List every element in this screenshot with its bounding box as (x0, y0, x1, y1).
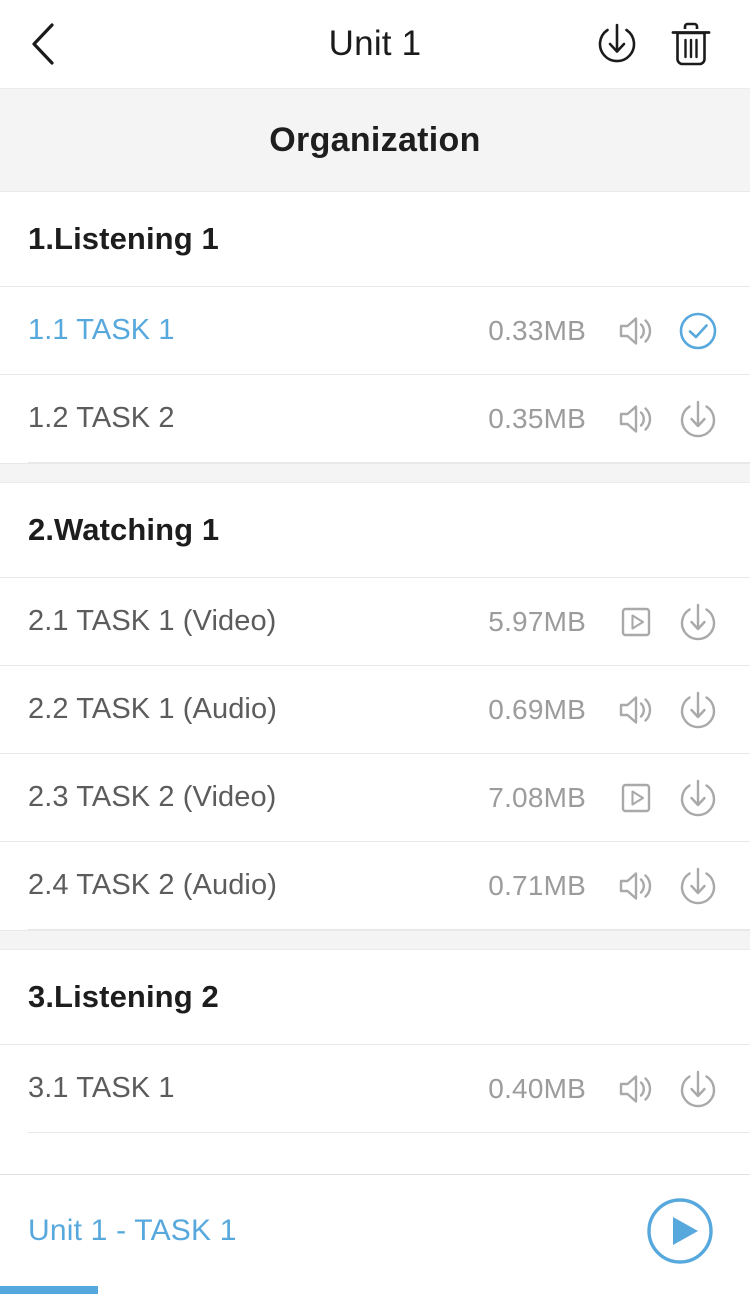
task-title: 3.1 TASK 1 (28, 1072, 175, 1104)
section-title: 1.Listening 1 (28, 221, 219, 256)
video-play-icon[interactable] (608, 776, 664, 820)
organization-title: Organization (269, 120, 481, 159)
speaker-icon[interactable] (608, 397, 664, 441)
download-circle-icon (593, 20, 641, 68)
navbar-actions (580, 0, 750, 88)
check-circle-icon[interactable] (670, 308, 726, 354)
section-spacer (0, 930, 750, 950)
playback-progress-track[interactable] (0, 1286, 750, 1294)
task-row[interactable]: 3.1 TASK 1 0.40MB (0, 1044, 750, 1132)
chevron-left-icon (28, 21, 58, 67)
task-file-size: 0.33MB (488, 314, 586, 346)
download-circle-icon[interactable] (670, 687, 726, 733)
section-header: 1.Listening 1 (0, 192, 750, 286)
lesson-section: 2.Watching 1 2.1 TASK 1 (Video) 5.97MB 2.2 … (0, 483, 750, 930)
section-title: 2.Watching 1 (28, 512, 220, 547)
lesson-section: 3.Listening 2 3.1 TASK 1 0.40MB (0, 950, 750, 1133)
task-row[interactable]: 2.4 TASK 2 (Audio) 0.71MB (0, 841, 750, 929)
section-bottom-divider (28, 1132, 750, 1133)
task-row[interactable]: 2.1 TASK 1 (Video) 5.97MB (0, 577, 750, 665)
section-header: 3.Listening 2 (0, 950, 750, 1044)
section-header: 2.Watching 1 (0, 483, 750, 577)
app-screen: Unit 1 Organization 1.Listening 1 1.1 TA… (0, 0, 750, 1294)
task-row[interactable]: 2.2 TASK 1 (Audio) 0.69MB (0, 665, 750, 753)
task-title: 2.2 TASK 1 (Audio) (28, 693, 277, 725)
speaker-icon[interactable] (608, 688, 664, 732)
playback-progress-fill (0, 1286, 98, 1294)
task-row[interactable]: 1.2 TASK 2 0.35MB (0, 374, 750, 462)
task-file-size: 0.69MB (488, 693, 586, 725)
download-all-button[interactable] (580, 0, 654, 88)
task-row[interactable]: 1.1 TASK 1 0.33MB (0, 286, 750, 374)
section-spacer (0, 463, 750, 483)
download-circle-icon[interactable] (670, 775, 726, 821)
speaker-icon[interactable] (608, 309, 664, 353)
play-button[interactable] (642, 1193, 718, 1269)
task-row[interactable]: 2.3 TASK 2 (Video) 7.08MB (0, 753, 750, 841)
task-title: 1.2 TASK 2 (28, 402, 175, 434)
section-title: 3.Listening 2 (28, 979, 219, 1014)
mini-player-bar: Unit 1 - TASK 1 (0, 1174, 750, 1286)
task-file-size: 0.71MB (488, 869, 586, 901)
task-file-size: 7.08MB (488, 781, 586, 813)
task-title: 2.3 TASK 2 (Video) (28, 781, 277, 813)
task-title: 1.1 TASK 1 (28, 314, 175, 346)
download-circle-icon[interactable] (670, 396, 726, 442)
download-circle-icon[interactable] (670, 599, 726, 645)
task-file-size: 0.40MB (488, 1072, 586, 1104)
speaker-icon[interactable] (608, 1067, 664, 1111)
task-title: 2.4 TASK 2 (Audio) (28, 869, 277, 901)
download-circle-icon[interactable] (670, 1066, 726, 1112)
play-circle-icon (645, 1196, 715, 1266)
lesson-list[interactable]: 1.Listening 1 1.1 TASK 1 0.33MB 1.2 TASK 2 0… (0, 192, 750, 1174)
download-circle-icon[interactable] (670, 863, 726, 909)
trash-icon (668, 20, 714, 68)
task-file-size: 0.35MB (488, 402, 586, 434)
now-playing-label: Unit 1 - TASK 1 (28, 1213, 237, 1247)
back-button[interactable] (0, 0, 86, 88)
lesson-section: 1.Listening 1 1.1 TASK 1 0.33MB 1.2 TASK 2 0… (0, 192, 750, 463)
task-title: 2.1 TASK 1 (Video) (28, 605, 277, 637)
task-file-size: 5.97MB (488, 605, 586, 637)
navigation-bar: Unit 1 (0, 0, 750, 88)
video-play-icon[interactable] (608, 600, 664, 644)
speaker-icon[interactable] (608, 864, 664, 908)
delete-button[interactable] (654, 0, 728, 88)
organization-band: Organization (0, 88, 750, 192)
